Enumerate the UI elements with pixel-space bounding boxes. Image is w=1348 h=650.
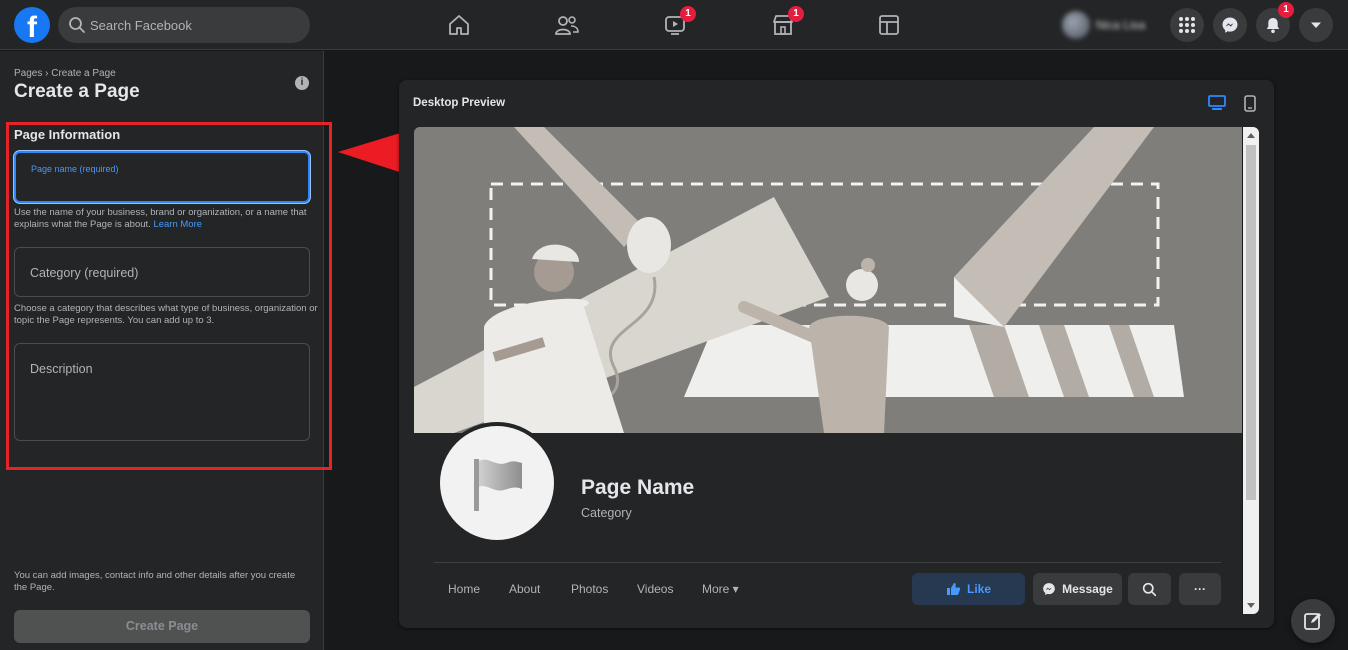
caret-down-icon <box>1311 22 1321 28</box>
profile-name: Nica Lisa <box>1096 18 1146 32</box>
profile-picture-frame <box>436 422 558 544</box>
preview-frame: Page Name Category Home About Photos Vid… <box>414 127 1259 614</box>
menu-button[interactable] <box>1170 8 1204 42</box>
messenger-icon <box>1043 583 1055 596</box>
cover-illustration <box>414 127 1242 433</box>
mobile-view-button[interactable] <box>1241 94 1259 112</box>
flag-icon <box>474 459 522 511</box>
bottom-note: You can add images, contact info and oth… <box>14 570 296 593</box>
search-box[interactable] <box>58 7 310 43</box>
tab-home[interactable]: Home <box>448 582 480 596</box>
search-input[interactable] <box>90 7 300 43</box>
message-label: Message <box>1062 582 1113 596</box>
preview-category: Category <box>581 506 632 520</box>
message-button[interactable]: Message <box>1033 573 1122 605</box>
friends-icon <box>555 16 579 35</box>
nav-marketplace[interactable]: 1 <box>753 0 813 50</box>
info-icon[interactable]: i <box>295 76 309 90</box>
profile-picture <box>440 426 554 540</box>
page-name-label: Page name (required) <box>31 164 119 174</box>
desktop-icon <box>1208 95 1226 110</box>
divider <box>434 562 1221 563</box>
desktop-preview-card: Desktop Preview Page Name Category Home … <box>399 80 1274 628</box>
preview-scrollbar[interactable] <box>1243 127 1259 614</box>
compose-icon <box>1304 613 1321 630</box>
page-name-field[interactable]: Page name (required) <box>14 151 310 203</box>
avatar <box>1062 11 1090 39</box>
search-icon <box>1142 582 1157 596</box>
menu-grid-icon <box>1179 17 1195 33</box>
nav-groups[interactable] <box>859 0 919 50</box>
desktop-view-button[interactable] <box>1208 94 1226 112</box>
description-placeholder: Description <box>30 362 93 376</box>
watch-badge: 1 <box>680 6 696 22</box>
learn-more-link[interactable]: Learn More <box>153 219 202 230</box>
nav-friends[interactable] <box>537 0 597 50</box>
description-field[interactable]: Description <box>14 343 310 441</box>
tab-videos[interactable]: Videos <box>637 582 673 596</box>
scroll-thumb[interactable] <box>1246 145 1256 500</box>
tab-about[interactable]: About <box>509 582 540 596</box>
thumbs-up-icon <box>946 583 961 595</box>
bell-icon <box>1266 18 1280 34</box>
account-button[interactable] <box>1299 8 1333 42</box>
home-icon <box>449 15 469 35</box>
groups-icon <box>879 15 899 35</box>
create-page-button[interactable]: Create Page <box>14 610 310 643</box>
new-message-button[interactable] <box>1291 599 1335 643</box>
category-help: Choose a category that describes what ty… <box>14 303 318 326</box>
more-options-label: ··· <box>1194 582 1206 596</box>
tab-photos[interactable]: Photos <box>571 582 608 596</box>
preview-title: Desktop Preview <box>413 97 506 109</box>
nav-watch[interactable]: 1 <box>645 0 705 50</box>
like-label: Like <box>966 582 991 596</box>
cover-art <box>414 127 1242 433</box>
more-options-button[interactable]: ··· <box>1179 573 1221 605</box>
like-button[interactable]: Like <box>912 573 1025 605</box>
breadcrumb[interactable]: Pages › Create a Page <box>14 68 116 79</box>
scroll-down-arrow[interactable] <box>1247 603 1255 608</box>
profile-shortcut[interactable]: Nica Lisa <box>1062 8 1156 42</box>
facebook-logo[interactable]: f <box>14 7 50 43</box>
scroll-up-arrow[interactable] <box>1247 133 1255 138</box>
create-page-sidebar: Pages › Create a Page Create a Page i Pa… <box>0 51 332 650</box>
messenger-button[interactable] <box>1213 8 1247 42</box>
category-placeholder: Category (required) <box>30 266 139 280</box>
page-name-help: Use the name of your business, brand or … <box>14 207 307 230</box>
search-icon <box>69 17 85 33</box>
preview-page-name: Page Name <box>581 476 695 499</box>
category-field[interactable]: Category (required) <box>14 247 310 297</box>
page-title: Create a Page <box>14 81 140 102</box>
search-page-button[interactable] <box>1128 573 1171 605</box>
marketplace-badge: 1 <box>788 6 804 22</box>
tab-more[interactable]: More ▾ <box>702 582 739 596</box>
section-title: Page Information <box>14 127 121 142</box>
messenger-icon <box>1222 17 1238 33</box>
mobile-icon <box>1244 94 1256 112</box>
top-navigation-bar: f 1 1 Nica Lisa 1 <box>0 0 1348 50</box>
notifications-button[interactable]: 1 <box>1256 2 1294 42</box>
nav-home[interactable] <box>429 0 489 50</box>
notifications-badge: 1 <box>1278 2 1294 18</box>
